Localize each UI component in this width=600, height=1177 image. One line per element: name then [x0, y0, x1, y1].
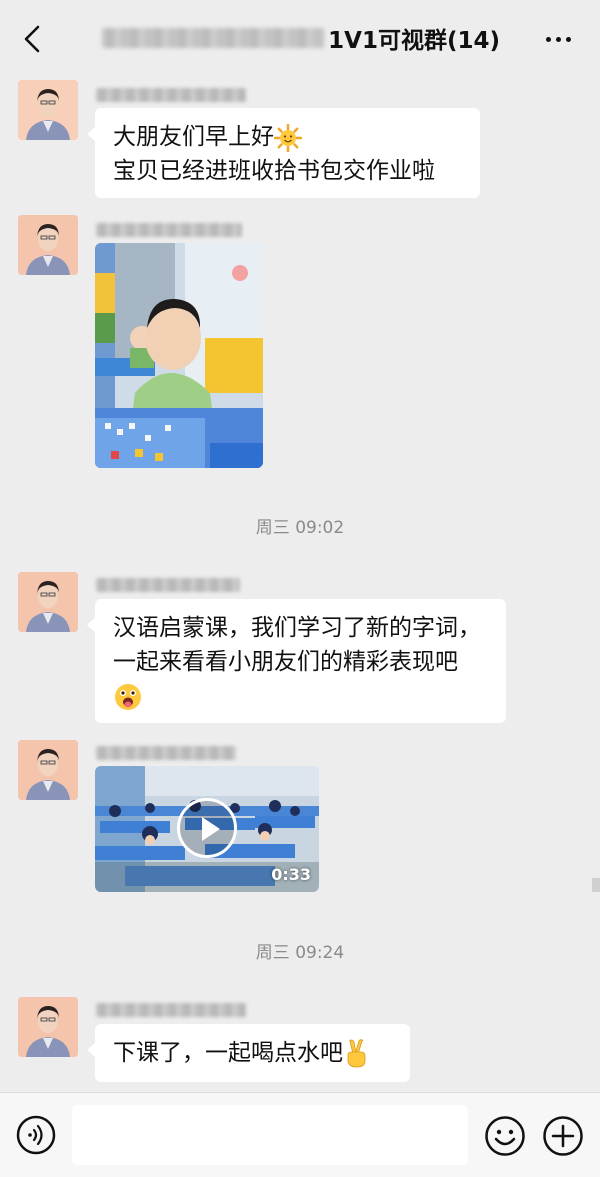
back-arrow-icon[interactable] — [18, 22, 50, 56]
timestamp: 周三 09:24 — [255, 943, 345, 963]
chat-title: 1V1可视群(14) — [328, 28, 500, 54]
sender-name — [96, 223, 242, 237]
chat-title-area: 1V1可视群(14) — [80, 18, 500, 58]
message-item — [0, 215, 600, 470]
message-text-line: 汉语启蒙课，我们学习了新的字词， — [113, 615, 481, 641]
message-item: 汉语启蒙课，我们学习了新的字词， 一起来看看小朋友们的精彩表现吧 — [0, 572, 600, 727]
blurred-group-name — [102, 28, 325, 48]
scroll-indicator[interactable] — [592, 878, 600, 892]
sender-name — [96, 578, 240, 592]
video-duration: 0:33 — [271, 865, 311, 884]
message-input[interactable] — [72, 1105, 468, 1165]
message-bubble[interactable]: 下课了，一起喝点水吧 — [87, 1024, 410, 1082]
video-message[interactable]: 0:33 — [95, 766, 319, 892]
chat-header: 1V1可视群(14) — [0, 0, 600, 78]
message-bubble[interactable]: 汉语启蒙课，我们学习了新的字词， 一起来看看小朋友们的精彩表现吧 — [87, 599, 506, 723]
message-item: 大朋友们早上好 宝贝已经进班收拾书包交作业啦 — [0, 80, 600, 210]
victory-hand-emoji — [347, 1038, 366, 1067]
timestamp: 周三 09:02 — [255, 518, 345, 538]
input-bar — [0, 1092, 600, 1177]
plus-icon[interactable] — [542, 1115, 584, 1157]
message-bubble[interactable]: 大朋友们早上好 宝贝已经进班收拾书包交作业啦 — [87, 108, 480, 198]
sun-face-emoji — [274, 123, 302, 152]
message-item: 0:33 — [0, 740, 600, 900]
avatar[interactable] — [18, 572, 78, 632]
message-item: 下课了，一起喝点水吧 — [0, 997, 600, 1087]
message-text-line: 大朋友们早上好 — [113, 124, 274, 150]
avatar[interactable] — [18, 80, 78, 140]
sender-name — [96, 1003, 246, 1017]
sender-name — [96, 88, 246, 102]
more-options-icon[interactable] — [538, 22, 578, 56]
play-icon[interactable] — [177, 798, 237, 858]
emoji-icon[interactable] — [484, 1115, 526, 1157]
message-text-line: 下课了，一起喝点水吧 — [113, 1040, 343, 1066]
message-text-line: 一起来看看小朋友们的精彩表现吧 — [113, 649, 458, 675]
sender-name — [96, 746, 236, 760]
classroom-photo[interactable] — [95, 243, 263, 468]
message-text-line: 宝贝已经进班收拾书包交作业啦 — [113, 158, 435, 184]
avatar[interactable] — [18, 997, 78, 1057]
tongue-face-emoji — [115, 683, 141, 710]
avatar[interactable] — [18, 215, 78, 275]
voice-icon[interactable] — [16, 1115, 56, 1155]
avatar[interactable] — [18, 740, 78, 800]
